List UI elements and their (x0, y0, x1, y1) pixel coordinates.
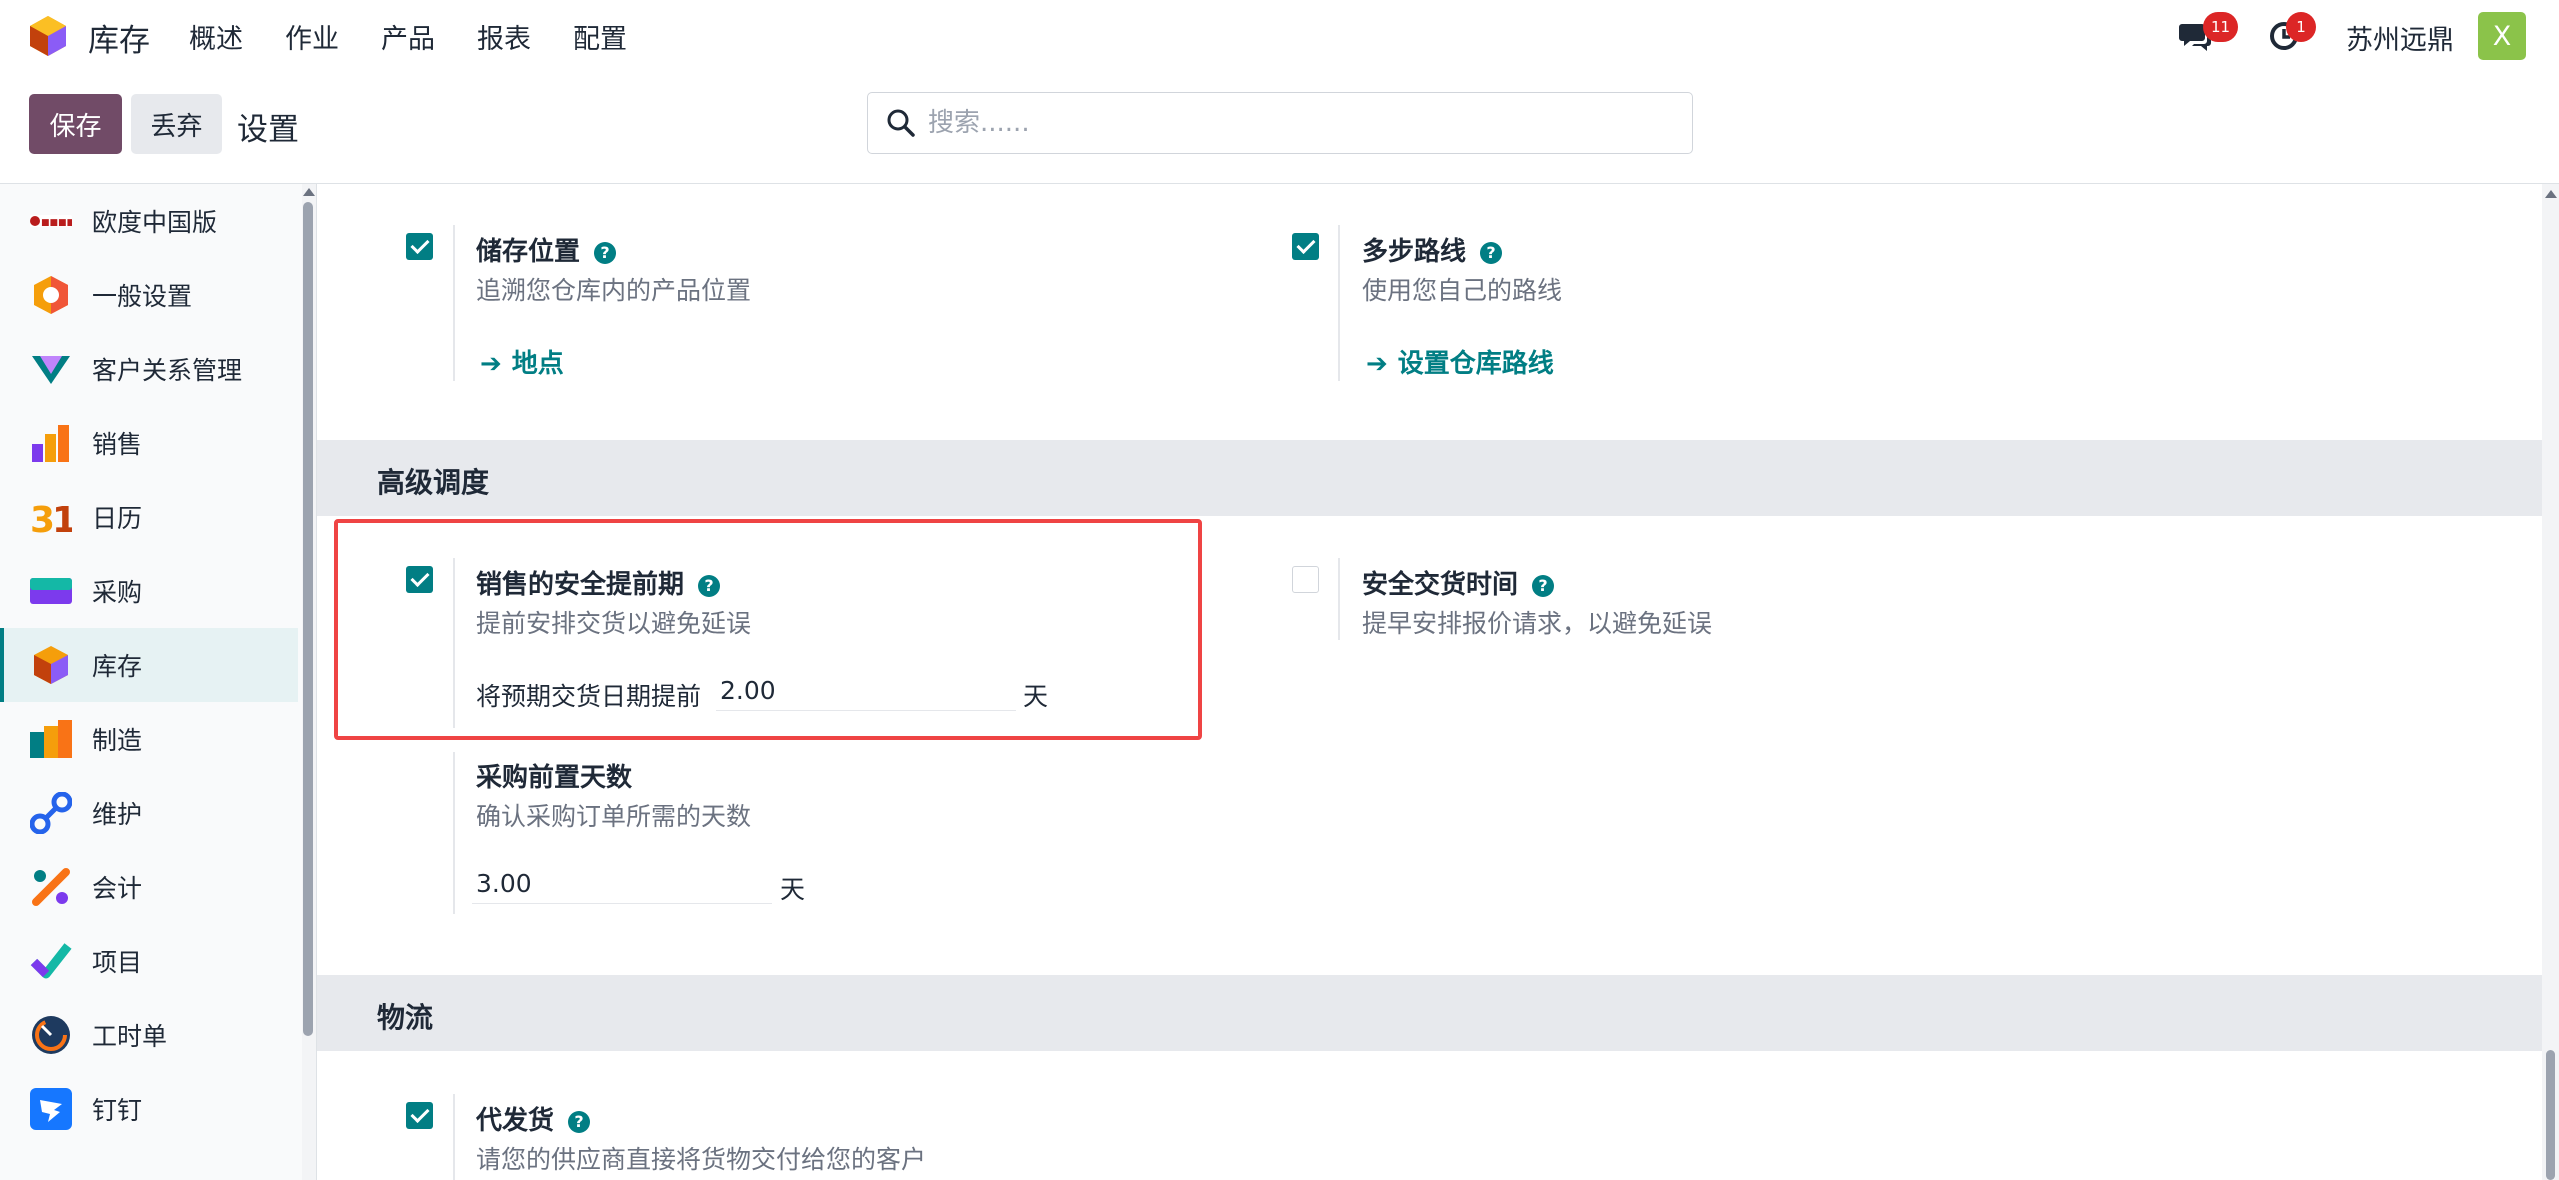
inventory-icon (34, 646, 68, 684)
sidebar-item-label: 维护 (92, 800, 143, 829)
multi-step-routes-title: 多步路线? (1362, 231, 1503, 268)
sidebar-item-label: 钉钉 (92, 1096, 143, 1125)
svg-text:■■■■: ■■■■ (41, 218, 72, 228)
purchase-lead-days-desc: 确认采购订单所需的天数 (476, 802, 752, 831)
setting-divider (453, 1094, 455, 1180)
sidebar-item-label: 制造 (92, 726, 143, 755)
dingtalk-icon (30, 1088, 72, 1130)
sidebar-item-label: 销售 (92, 430, 143, 459)
search-input[interactable] (928, 103, 1668, 143)
nav-menu-overview[interactable]: 概述 (189, 17, 243, 56)
sidebar-item-label: 客户关系管理 (92, 356, 243, 385)
sidebar-item-crm[interactable]: 客户关系管理 (0, 332, 298, 406)
sidebar-scroll-thumb[interactable] (303, 202, 313, 1036)
set-warehouse-routes-link[interactable]: ➔ 设置仓库路线 (1366, 343, 1554, 380)
top-navbar: 库存 概述 作业 产品 报表 配置 11 1 苏州远鼎 X (0, 0, 2559, 73)
help-icon[interactable]: ? (594, 242, 617, 264)
storage-locations-desc: 追溯您仓库内的产品位置 (476, 276, 752, 305)
save-button[interactable]: 保存 (29, 94, 122, 154)
purchase-lead-days-input[interactable] (472, 864, 772, 904)
calendar-icon: 3 1 (30, 500, 72, 538)
inventory-app-icon[interactable] (28, 14, 68, 58)
sidebar-item-label: 项目 (92, 948, 143, 977)
purchase-lead-days-title: 采购前置天数 (476, 763, 633, 793)
nav-menu: 概述 作业 产品 报表 配置 (189, 17, 669, 56)
crm-icon (32, 356, 70, 384)
multi-step-routes-desc: 使用您自己的路线 (1362, 276, 1563, 305)
sidebar-item-label: 欧度中国版 (92, 208, 218, 237)
security-delivery-time-checkbox[interactable] (1292, 566, 1319, 593)
settings-sidebar: ■■■■ 欧度中国版 一般设置 客户关系管理 销售 3 1 日历 采购 库存 制… (0, 184, 302, 1180)
maintenance-icon (30, 792, 72, 834)
search-box[interactable] (867, 92, 1693, 154)
sidebar-item-inventory[interactable]: 库存 (0, 628, 298, 702)
accounting-icon (32, 868, 70, 906)
setting-divider (453, 752, 455, 914)
sidebar-item-dingtalk[interactable]: 钉钉 (0, 1072, 298, 1146)
locations-link[interactable]: ➔ 地点 (480, 343, 564, 380)
svg-text:1: 1 (52, 500, 72, 538)
sidebar-item-timesheet[interactable]: 工时单 (0, 998, 298, 1072)
nav-menu-reporting[interactable]: 报表 (477, 17, 531, 56)
activity-badge: 1 (2286, 12, 2316, 42)
arrow-right-icon: ➔ (1366, 349, 1388, 379)
sidebar-item-label: 会计 (92, 874, 143, 903)
dropship-title: 代发货? (476, 1100, 591, 1137)
odoo-china-logo-icon: ■■■■ (30, 215, 72, 228)
help-icon[interactable]: ? (1480, 242, 1503, 264)
manufacturing-icon (30, 720, 72, 758)
sidebar-item-manufacturing[interactable]: 制造 (0, 702, 298, 776)
arrow-right-icon: ➔ (480, 349, 502, 379)
sidebar-item-label: 一般设置 (92, 282, 193, 311)
main-scroll-up-icon[interactable] (2545, 190, 2557, 198)
purchase-lead-days-unit: 天 (780, 875, 806, 904)
setting-divider (1338, 225, 1340, 381)
section-header-advanced-scheduling: 高级调度 (317, 440, 2542, 516)
section-header-logistics: 物流 (317, 975, 2542, 1051)
sales-icon (32, 425, 69, 462)
help-icon[interactable]: ? (568, 1111, 591, 1133)
main-scrollbar[interactable] (2542, 184, 2559, 1180)
setting-divider (1338, 558, 1340, 640)
company-switcher[interactable]: 苏州远鼎 (2346, 18, 2454, 57)
nav-menu-operations[interactable]: 作业 (285, 17, 339, 56)
nav-menu-configuration[interactable]: 配置 (573, 17, 627, 56)
sidebar-item-purchase[interactable]: 采购 (0, 554, 298, 628)
highlight-annotation-box (334, 519, 1202, 740)
discard-button[interactable]: 丢弃 (131, 94, 222, 154)
sidebar-item-odoo-china[interactable]: ■■■■ 欧度中国版 (0, 184, 298, 258)
sidebar-item-label: 库存 (92, 652, 143, 681)
purchase-icon (30, 578, 72, 604)
storage-locations-title: 储存位置? (476, 231, 617, 268)
nav-menu-products[interactable]: 产品 (381, 17, 435, 56)
sidebar-item-sales[interactable]: 销售 (0, 406, 298, 480)
sidebar-item-label: 日历 (92, 504, 143, 533)
sidebar-item-accounting[interactable]: 会计 (0, 850, 298, 924)
general-settings-icon (34, 276, 68, 314)
main-scroll-thumb[interactable] (2546, 1050, 2555, 1180)
security-delivery-time-title: 安全交货时间? (1362, 564, 1555, 601)
chat-badge: 11 (2203, 12, 2239, 42)
dropship-desc: 请您的供应商直接将货物交付给您的客户 (476, 1145, 927, 1174)
sidebar-item-maintenance[interactable]: 维护 (0, 776, 298, 850)
storage-locations-checkbox[interactable] (406, 233, 433, 260)
sidebar-item-calendar[interactable]: 3 1 日历 (0, 480, 298, 554)
sidebar-item-label: 采购 (92, 578, 143, 607)
sidebar-item-general-settings[interactable]: 一般设置 (0, 258, 298, 332)
project-icon (30, 943, 72, 979)
sidebar-item-project[interactable]: 项目 (0, 924, 298, 998)
search-icon (887, 109, 915, 137)
multi-step-routes-checkbox[interactable] (1292, 233, 1319, 260)
sidebar-scroll-up-icon[interactable] (303, 188, 315, 196)
timesheet-icon (32, 1016, 70, 1054)
setting-divider (453, 225, 455, 381)
dropship-checkbox[interactable] (406, 1102, 433, 1129)
help-icon[interactable]: ? (1532, 575, 1555, 597)
control-panel-divider (0, 183, 2559, 184)
security-delivery-time-desc: 提早安排报价请求，以避免延误 (1362, 609, 1713, 638)
user-avatar[interactable]: X (2478, 12, 2526, 60)
nav-app-name[interactable]: 库存 (88, 15, 150, 60)
page-title: 设置 (237, 112, 299, 148)
sidebar-item-label: 工时单 (92, 1022, 168, 1051)
